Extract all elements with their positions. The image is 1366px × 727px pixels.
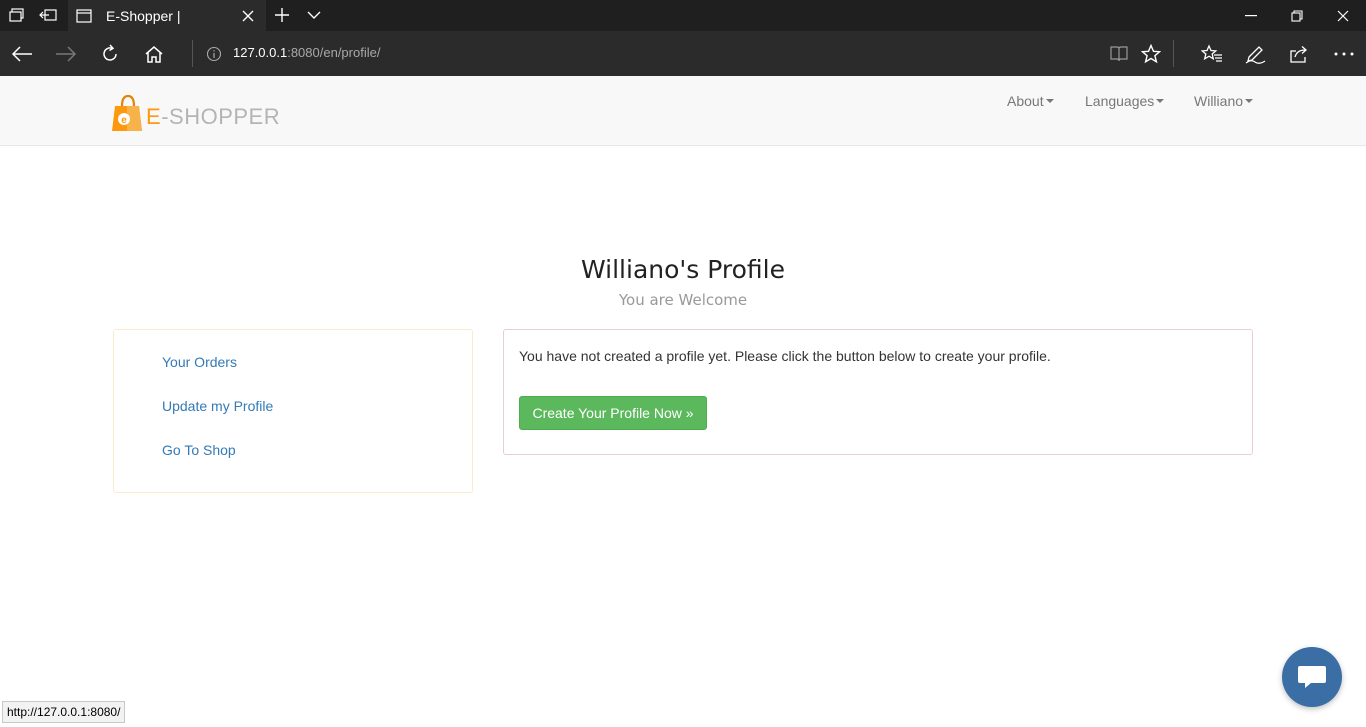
more-options-icon[interactable] (1331, 42, 1357, 66)
back-icon[interactable] (10, 42, 34, 66)
favorites-hub-icon[interactable] (1199, 42, 1225, 66)
nav-about[interactable]: About (1007, 93, 1054, 109)
browser-tab-bar: E-Shopper | (0, 0, 1366, 31)
tab-close-icon[interactable] (240, 8, 256, 24)
forward-icon[interactable] (54, 42, 78, 66)
nav-user[interactable]: Williano (1194, 93, 1254, 109)
logo-wordmark: E-SHOPPER (146, 104, 280, 130)
page-subtitle: You are Welcome (618, 291, 748, 309)
site-navbar: e E-SHOPPER About Languages Williano (0, 76, 1366, 146)
favorite-star-icon[interactable] (1138, 42, 1164, 66)
site-logo[interactable]: e E-SHOPPER (112, 92, 280, 132)
url-path: :8080/en/profile/ (287, 45, 381, 60)
caret-down-icon (1156, 99, 1165, 103)
nav-user-label: Williano (1194, 93, 1244, 109)
logo-letter: E (146, 104, 162, 129)
logo-rest: -SHOPPER (161, 104, 281, 129)
address-separator (192, 40, 193, 67)
svg-text:e: e (121, 115, 127, 126)
new-tab-icon[interactable] (271, 5, 293, 25)
tab-title: E-Shopper | (106, 7, 181, 24)
chat-widget-button[interactable] (1282, 647, 1342, 707)
nav-languages-label: Languages (1085, 93, 1155, 109)
chat-bubble-icon (1298, 666, 1326, 688)
tab-eshopper[interactable]: E-Shopper | (68, 0, 266, 31)
tab-manager-icon[interactable] (6, 5, 28, 25)
nav-about-label: About (1007, 93, 1044, 109)
profile-sidebar: Your Orders Update my Profile Go To Shop (113, 329, 473, 493)
tab-list-chevron-icon[interactable] (303, 5, 325, 25)
set-tabs-aside-icon[interactable] (37, 5, 59, 25)
page-title: Williano's Profile (581, 255, 785, 284)
no-profile-message: You have not created a profile yet. Plea… (519, 348, 1051, 364)
nav-languages[interactable]: Languages (1085, 93, 1165, 109)
restore-icon[interactable] (1274, 0, 1320, 31)
page-icon (76, 8, 92, 23)
share-icon[interactable] (1286, 42, 1312, 66)
sidebar-link-go-to-shop[interactable]: Go To Shop (162, 442, 236, 458)
sidebar-link-update-profile[interactable]: Update my Profile (162, 398, 273, 414)
status-bar-url: http://127.0.0.1:8080/ (2, 701, 126, 723)
home-icon[interactable] (142, 42, 166, 66)
caret-down-icon (1045, 99, 1054, 103)
site-info-icon[interactable] (206, 46, 222, 62)
caret-down-icon (1245, 99, 1254, 103)
browser-address-bar: 127.0.0.1:8080/en/profile/ (0, 31, 1366, 76)
shopping-bag-logo-icon: e (112, 94, 142, 131)
reading-view-icon[interactable] (1106, 42, 1132, 66)
create-profile-button[interactable]: Create Your Profile Now » (519, 396, 707, 430)
refresh-icon[interactable] (98, 42, 122, 66)
sidebar-link-your-orders[interactable]: Your Orders (162, 354, 237, 370)
url-host: 127.0.0.1 (233, 45, 288, 60)
minimize-icon[interactable] (1228, 0, 1274, 31)
toolbar-separator (1173, 40, 1174, 67)
web-note-pen-icon[interactable] (1243, 42, 1269, 66)
url-field[interactable]: 127.0.0.1:8080/en/profile/ (233, 45, 380, 60)
profile-main-panel: You have not created a profile yet. Plea… (503, 329, 1253, 455)
close-window-icon[interactable] (1320, 0, 1366, 31)
